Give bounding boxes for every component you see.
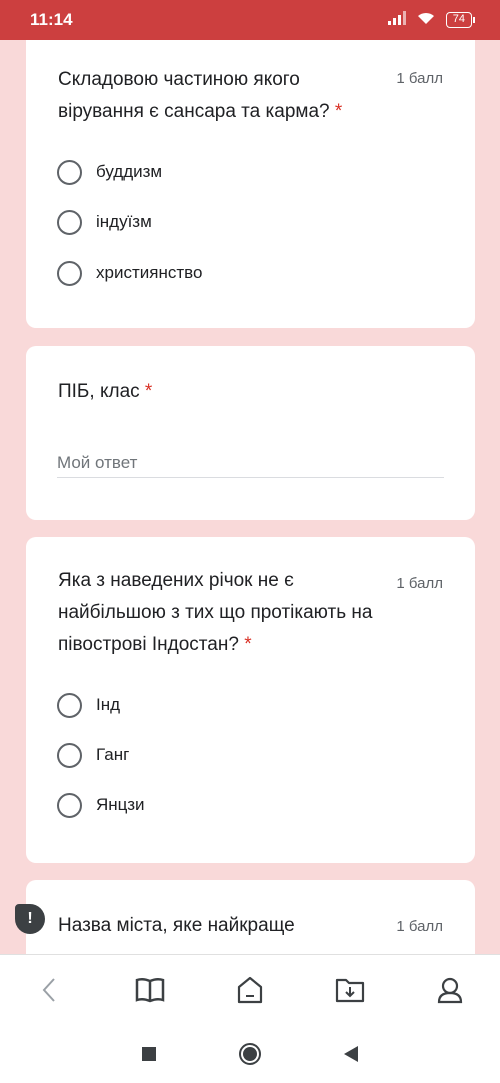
signal-icon [387, 10, 406, 30]
required-asterisk: * [244, 634, 252, 655]
downloads-button[interactable] [330, 970, 370, 1010]
battery-icon: 74 [445, 12, 476, 28]
answer-input[interactable] [57, 448, 444, 478]
radio-option[interactable]: індуїзм [57, 207, 152, 237]
points-label: 1 балл [396, 918, 443, 935]
question-card: Назва міста, яке найкраще 1 балл [26, 880, 475, 954]
option-label: християнство [96, 263, 203, 282]
radio-option[interactable]: Ганг [57, 740, 129, 770]
question-title: ПІБ, клас * [58, 376, 378, 408]
radio-button[interactable] [57, 792, 82, 818]
points-label: 1 балл [396, 575, 443, 592]
book-icon [135, 977, 165, 1002]
radio-button[interactable] [57, 209, 82, 235]
points-label: 1 балл [396, 70, 443, 87]
radio-button[interactable] [57, 742, 82, 768]
status-bar: 11:14 74 [0, 0, 500, 40]
question-card: Яка з наведених річок не є найбільшою з … [26, 537, 475, 863]
wifi-icon [416, 10, 436, 30]
download-icon [335, 978, 365, 1002]
question-title: Складовою частиною якого вірування є сан… [58, 64, 378, 128]
status-icons: 74 [387, 10, 476, 30]
option-label: індуїзм [96, 212, 152, 231]
account-icon [437, 977, 463, 1003]
question-card: ПІБ, клас * [26, 346, 475, 520]
report-issue-button[interactable]: ! [15, 904, 45, 934]
option-label: Ганг [96, 745, 130, 764]
question-text: ПІБ, клас [58, 381, 140, 402]
back-icon [42, 977, 55, 1002]
question-card: Складовою частиною якого вірування є сан… [26, 40, 475, 328]
status-time: 11:14 [30, 10, 73, 29]
radio-option[interactable]: Янцзи [57, 790, 145, 820]
option-label: Інд [96, 695, 121, 714]
back-icon[interactable] [343, 1045, 359, 1063]
question-text: Яка з наведених річок не є найбільшою з … [58, 570, 373, 655]
account-button[interactable] [430, 970, 470, 1010]
question-text: Назва міста, яке найкраще [58, 915, 295, 936]
home-icon[interactable] [238, 1042, 262, 1066]
required-asterisk: * [334, 101, 343, 122]
browser-toolbar [0, 954, 500, 1024]
radio-option[interactable]: Інд [57, 690, 120, 720]
report-icon: ! [27, 910, 33, 927]
home-icon [237, 976, 263, 1003]
option-label: буддизм [96, 162, 163, 181]
question-title: Назва міста, яке найкраще [58, 910, 378, 942]
question-text: Складовою частиною якого вірування є сан… [58, 69, 330, 122]
home-button[interactable] [230, 970, 270, 1010]
recents-icon[interactable] [141, 1046, 157, 1062]
form-scroll-area[interactable]: Складовою частиною якого вірування є сан… [0, 40, 500, 954]
required-asterisk: * [144, 381, 153, 402]
reading-mode-button[interactable] [130, 970, 170, 1010]
radio-option[interactable]: християнство [57, 258, 202, 288]
back-button[interactable] [30, 970, 70, 1010]
system-navigation-bar [0, 1024, 500, 1083]
radio-button[interactable] [57, 260, 82, 286]
radio-button[interactable] [57, 692, 82, 718]
option-label: Янцзи [96, 795, 145, 814]
radio-button[interactable] [57, 159, 82, 185]
question-title: Яка з наведених річок не є найбільшою з … [58, 565, 378, 661]
radio-option[interactable]: буддизм [57, 157, 162, 187]
